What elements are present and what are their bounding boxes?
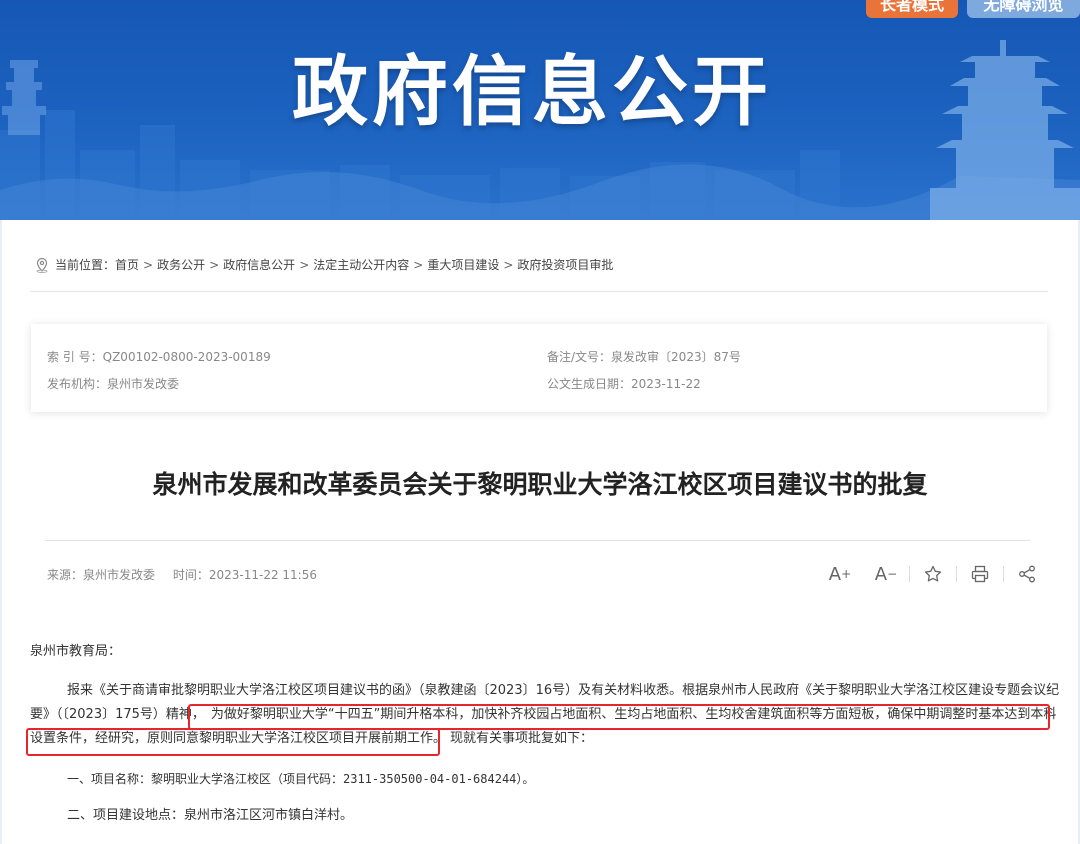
breadcrumb-statutory[interactable]: 法定主动公开内容 [313, 256, 409, 273]
font-larger-icon[interactable]: A + [817, 562, 863, 586]
content-panel: 当前位置： 首页 > 政务公开 > 政府信息公开 > 法定主动公开内容 > 重大… [2, 220, 1078, 844]
breadcrumb-separator: > [413, 257, 424, 272]
breadcrumb-separator: > [503, 257, 514, 272]
paragraph-1-line-2-prefix: 要》（〔2023〕175号）精神， [30, 707, 205, 722]
document-number-label: 备注/文号： [547, 350, 612, 364]
font-smaller-letter: A [874, 563, 888, 585]
index-number: 索 引 号：QZ00102-0800-2023-00189 [47, 348, 271, 365]
index-number-value: QZ00102-0800-2023-00189 [102, 350, 271, 364]
accessible-browse-button[interactable]: 无障碍浏览 [967, 0, 1080, 18]
paragraph-1-line-1: 报来《关于商请审批黎明职业大学洛江校区项目建议书的函》（泉教建函〔2023〕16… [67, 683, 1060, 698]
document-number-value: 泉发改审〔2023〕87号 [611, 350, 741, 364]
item-2-project-location: 二、项目建设地点：泉州市洛江区河市镇白洋村。 [67, 808, 354, 823]
article-info-bar: 来源：泉州市发改委 时间：2023-11-22 11:56 [47, 566, 331, 583]
print-icon[interactable] [957, 562, 1003, 586]
recipient-line: 泉州市教育局： [30, 644, 122, 659]
font-larger-letter: A [828, 563, 842, 585]
publisher: 发布机构：泉州市发改委 [47, 375, 179, 392]
generation-date: 公文生成日期：2023-11-22 [547, 375, 701, 392]
breadcrumb-gov-info[interactable]: 政府信息公开 [223, 256, 295, 273]
breadcrumb-separator: > [299, 257, 310, 272]
favorite-star-icon[interactable] [910, 562, 956, 586]
breadcrumb-gov-affairs[interactable]: 政务公开 [157, 256, 205, 273]
breadcrumb-home[interactable]: 首页 [115, 256, 139, 273]
article-time: 时间：2023-11-22 11:56 [172, 568, 317, 582]
document-number: 备注/文号：泉发改审〔2023〕87号 [547, 348, 741, 365]
generation-date-label: 公文生成日期： [547, 377, 632, 391]
generation-date-value: 2023-11-22 [631, 377, 701, 391]
elder-mode-button[interactable]: 长者模式 [866, 0, 958, 18]
breadcrumb-investment-approval[interactable]: 政府投资项目审批 [517, 256, 613, 273]
breadcrumb-divider [30, 291, 1048, 292]
breadcrumb-prefix: 当前位置： [55, 258, 116, 272]
header-banner: 政府信息公开 长者模式 无障碍浏览 [0, 0, 1080, 220]
font-smaller-icon[interactable]: A − [863, 562, 909, 586]
publisher-label: 发布机构： [47, 377, 108, 391]
paragraph-1-line-3: 设置条件，经研究，原则同意黎明职业大学洛江校区项目开展前期工作。 现就有关事项批复… [30, 729, 593, 749]
article-toolbar: A + A − [817, 562, 1050, 586]
banner-title: 政府信息公开 [292, 47, 772, 136]
share-icon[interactable] [1004, 562, 1050, 586]
index-number-label: 索 引 号： [47, 350, 103, 364]
paragraph-1-line-2: 要》（〔2023〕175号）精神， 为做好黎明职业大学“十四五”期间升格本科，加快… [30, 705, 1056, 725]
document-metadata-card: 索 引 号：QZ00102-0800-2023-00189 备注/文号：泉发改审… [31, 324, 1047, 412]
article-source: 来源：泉州市发改委 [47, 568, 156, 582]
breadcrumb-separator: > [209, 257, 220, 272]
highlighted-text-part-2: 设置条件，经研究，原则同意黎明职业大学洛江校区项目开展前期工作。 [30, 731, 447, 746]
highlighted-text-part-1: 为做好黎明职业大学“十四五”期间升格本科，加快补齐校园占地面积、生均占地面积、生… [210, 707, 1057, 722]
location-icon [36, 257, 48, 273]
publisher-value: 泉州市发改委 [107, 377, 180, 391]
breadcrumb-major-projects[interactable]: 重大项目建设 [427, 256, 499, 273]
paragraph-1-line-3-suffix: 现就有关事项批复如下： [450, 731, 594, 746]
title-divider [45, 540, 1030, 541]
article-title: 泉州市发展和改革委员会关于黎明职业大学洛江校区项目建议书的批复 [152, 470, 928, 499]
breadcrumb-separator: > [143, 257, 154, 272]
item-1-project-name: 一、项目名称：黎明职业大学洛江校区（项目代码：2311-350500-04-01… [67, 772, 535, 786]
breadcrumb: 当前位置： 首页 > 政务公开 > 政府信息公开 > 法定主动公开内容 > 重大… [34, 256, 613, 273]
